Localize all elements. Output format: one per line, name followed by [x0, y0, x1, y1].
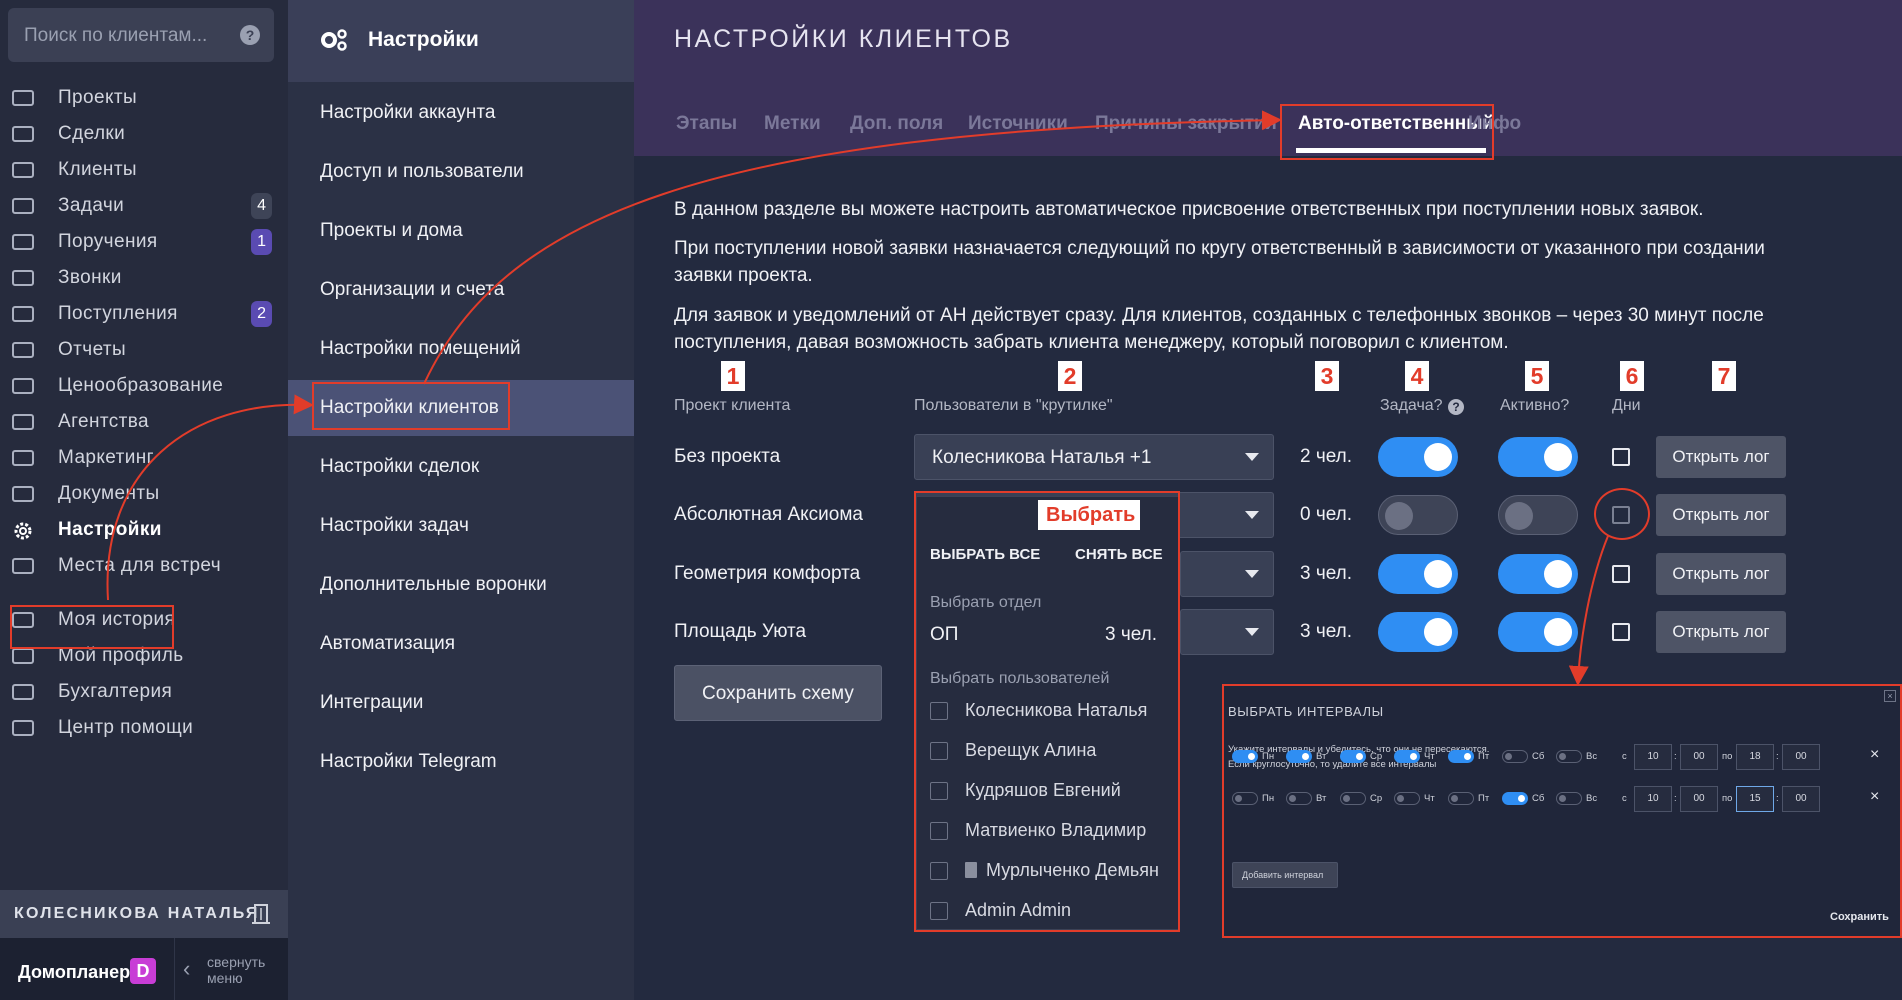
annotation-arrows [106, 110, 1609, 686]
arrow-calendar-to-modal [1568, 535, 1609, 686]
arrow-settings-to-clients [106, 394, 314, 601]
arrow-clients-to-tab [423, 110, 1282, 385]
